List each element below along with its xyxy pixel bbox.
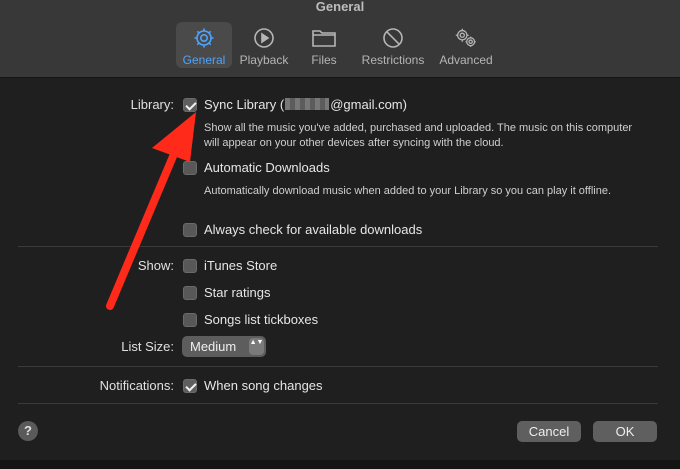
- songs-tickboxes-checkbox[interactable]: [183, 313, 197, 327]
- tab-label: Files: [311, 53, 337, 67]
- redacted-email: [285, 98, 330, 110]
- toolbar: General General Playback Files Restricti…: [0, 0, 680, 78]
- list-size-select[interactable]: Medium ▲▼: [182, 336, 266, 357]
- background-window-strip: [0, 460, 680, 469]
- sync-library-description: Show all the music you've added, purchas…: [204, 122, 633, 149]
- star-ratings-checkbox[interactable]: [183, 286, 197, 300]
- sync-label-suffix: @gmail.com): [330, 97, 407, 112]
- show-label: Show:: [137, 258, 174, 273]
- tab-restrictions[interactable]: Restrictions: [357, 22, 429, 68]
- gears-icon: [453, 25, 479, 51]
- songs-tickboxes-label: Songs list tickboxes: [204, 312, 319, 327]
- sync-library-checkbox[interactable]: [183, 98, 197, 112]
- help-button[interactable]: ?: [18, 421, 38, 441]
- list-size-value: Medium: [190, 339, 237, 354]
- tab-advanced[interactable]: Advanced: [436, 22, 496, 68]
- window-title: General: [315, 0, 365, 14]
- song-changes-checkbox[interactable]: [183, 379, 197, 393]
- tab-label: Restrictions: [361, 53, 425, 67]
- tab-general[interactable]: General: [176, 22, 232, 68]
- play-icon: [251, 25, 277, 51]
- folder-icon: [311, 25, 337, 51]
- restriction-icon: [380, 25, 406, 51]
- library-label: Library:: [130, 97, 174, 112]
- notifications-label: Notifications:: [99, 378, 174, 393]
- tab-files[interactable]: Files: [300, 22, 348, 68]
- tab-playback[interactable]: Playback: [236, 22, 292, 68]
- list-size-label: List Size:: [121, 339, 174, 354]
- always-check-checkbox[interactable]: [183, 223, 197, 237]
- tab-label: General: [182, 53, 226, 67]
- itunes-store-checkbox[interactable]: [183, 259, 197, 273]
- tab-label: Advanced: [439, 53, 493, 67]
- divider: [18, 366, 658, 367]
- automatic-downloads-checkbox[interactable]: [183, 161, 197, 175]
- chevron-updown-icon: ▲▼: [249, 338, 264, 355]
- divider: [18, 246, 658, 247]
- ok-button[interactable]: OK: [593, 421, 657, 442]
- itunes-store-label: iTunes Store: [204, 258, 278, 273]
- sync-label-prefix: Sync Library (: [204, 97, 285, 112]
- cancel-button[interactable]: Cancel: [517, 421, 581, 442]
- automatic-downloads-description: Automatically download music when added …: [204, 185, 612, 197]
- always-check-label: Always check for available downloads: [204, 222, 423, 237]
- star-ratings-label: Star ratings: [204, 285, 271, 300]
- song-changes-label: When song changes: [204, 378, 323, 393]
- tab-label: Playback: [239, 53, 289, 67]
- sync-library-label: Sync Library ( @gmail.com): [204, 97, 407, 112]
- divider: [18, 403, 658, 404]
- automatic-downloads-label: Automatic Downloads: [204, 160, 330, 175]
- gear-icon: [191, 25, 217, 51]
